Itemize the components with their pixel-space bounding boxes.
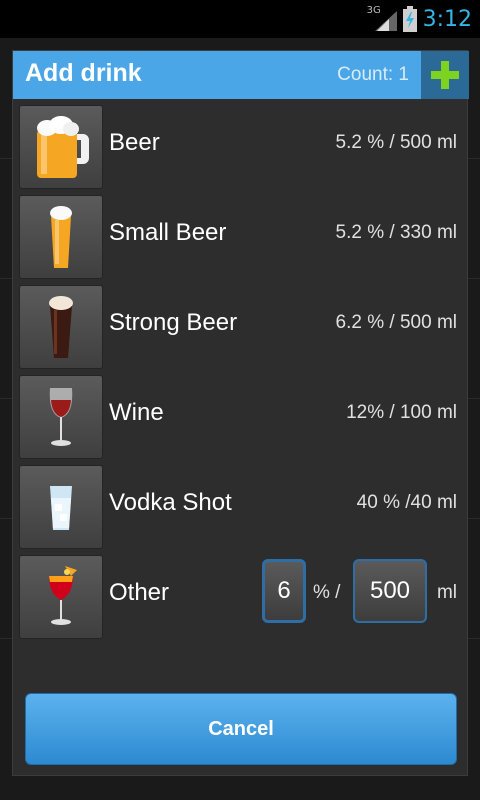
drink-item-wine[interactable]: Wine 12% / 100 ml — [13, 371, 469, 461]
drink-name: Other — [109, 579, 170, 606]
dialog-title: Add drink — [25, 59, 142, 87]
beer-glass-icon — [19, 195, 103, 279]
drink-spec: 40 % /40 ml — [356, 492, 457, 513]
signal-icon — [374, 11, 397, 31]
volume-unit-label: ml — [436, 582, 457, 603]
beer-mug-icon — [19, 105, 103, 189]
drink-item-vodka-shot[interactable]: Vodka Shot 40 % /40 ml — [13, 461, 469, 551]
wine-glass-icon — [19, 375, 103, 459]
count-label: Count: 1 — [337, 64, 409, 85]
drink-name: Wine — [109, 399, 164, 426]
status-bar: 3G 3:12 — [0, 0, 480, 38]
drink-item-beer[interactable]: Beer 5.2 % / 500 ml — [13, 101, 469, 191]
drink-name: Vodka Shot — [109, 489, 232, 516]
drink-spec: 6.2 % / 500 ml — [335, 312, 457, 333]
network-indicator: 3G — [367, 5, 397, 33]
cancel-label: Cancel — [208, 717, 274, 740]
volume-input[interactable]: 500 — [353, 559, 427, 623]
battery-charging-icon — [402, 6, 417, 32]
stout-glass-icon — [19, 285, 103, 369]
dialog-header: Add drink Count: 1 — [13, 51, 469, 99]
clock: 3:12 — [422, 6, 472, 32]
shot-glass-icon — [19, 465, 103, 549]
drink-name: Small Beer — [109, 219, 227, 246]
drink-item-small-beer[interactable]: Small Beer 5.2 % / 330 ml — [13, 191, 469, 281]
drink-name: Beer — [109, 129, 160, 156]
cancel-button[interactable]: Cancel — [25, 693, 457, 765]
drink-name: Strong Beer — [109, 309, 238, 336]
add-drink-dialog: Add drink Count: 1 Beer 5.2 % / 500 ml S… — [12, 50, 469, 776]
drink-spec: 5.2 % / 500 ml — [335, 132, 457, 153]
add-button[interactable] — [421, 51, 469, 99]
drink-item-strong-beer[interactable]: Strong Beer 6.2 % / 500 ml — [13, 281, 469, 371]
drink-spec: 12% / 100 ml — [346, 402, 457, 423]
plus-icon — [431, 61, 459, 89]
cocktail-icon — [19, 555, 103, 639]
percent-input[interactable]: 6 — [262, 559, 306, 623]
drink-spec: 5.2 % / 330 ml — [335, 222, 457, 243]
percent-label: % / — [313, 582, 341, 603]
drink-item-other[interactable]: Other 6 % / 500 ml — [13, 551, 469, 641]
